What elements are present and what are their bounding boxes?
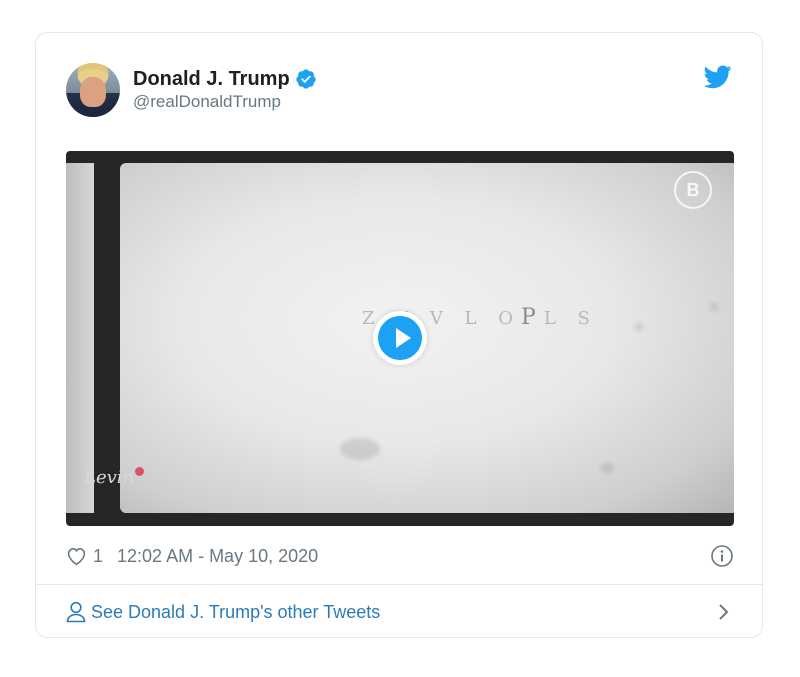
heart-icon[interactable] (66, 546, 87, 566)
tweet-header: Donald J. Trump @realDonaldTrump (66, 63, 317, 117)
author-display-name[interactable]: Donald J. Trump (133, 67, 290, 91)
author-name-row: Donald J. Trump (133, 67, 317, 91)
video-watermark: Levin (84, 467, 145, 488)
author-handle[interactable]: @realDonaldTrump (133, 91, 317, 113)
verified-badge-icon (296, 69, 316, 89)
video-player[interactable]: Z Y V L OPL S B Levin (66, 151, 734, 526)
twitter-bird-icon[interactable] (704, 65, 732, 89)
other-tweets-link[interactable]: See Donald J. Trump's other Tweets (66, 585, 734, 639)
tweet-embed-card: Donald J. Trump @realDonaldTrump Z Y V L… (35, 32, 763, 638)
other-tweets-label: See Donald J. Trump's other Tweets (91, 601, 381, 622)
tweet-meta-row: 1 12:02 AM - May 10, 2020 (66, 544, 734, 568)
avatar[interactable] (66, 63, 120, 117)
chevron-right-icon (719, 604, 729, 620)
play-button[interactable] (373, 311, 427, 365)
avatar-suit (70, 107, 116, 117)
avatar-face (80, 77, 106, 107)
video-frame: Z Y V L OPL S B (120, 163, 734, 513)
like-count: 1 (93, 545, 104, 566)
play-icon (378, 316, 422, 360)
channel-logo-icon: B (674, 171, 712, 209)
author-block: Donald J. Trump @realDonaldTrump (133, 67, 317, 113)
video-film-strip (66, 163, 94, 513)
person-icon (66, 601, 86, 623)
tweet-timestamp[interactable]: 12:02 AM - May 10, 2020 (117, 546, 318, 567)
info-icon[interactable] (710, 544, 734, 568)
